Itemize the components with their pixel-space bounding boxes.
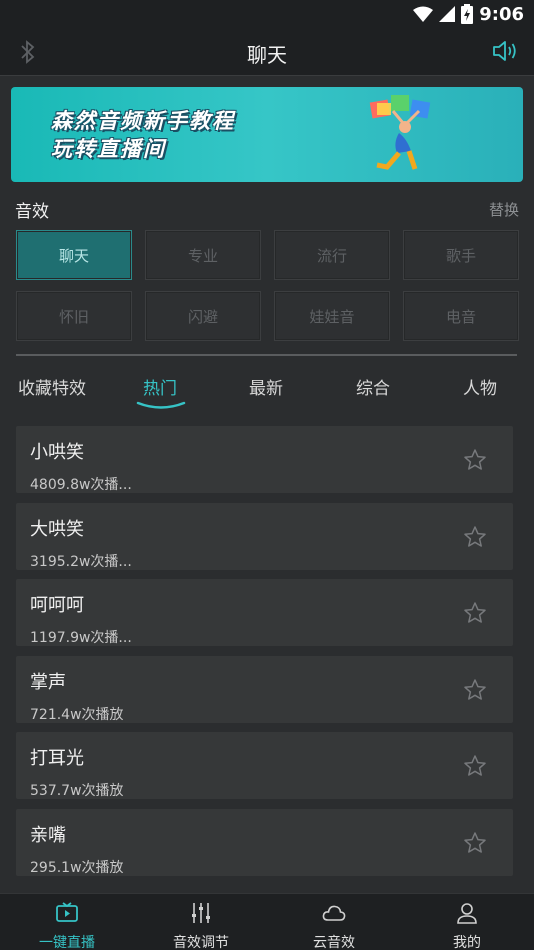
sound-effect-list: 小哄笑 4809.8w次播... 大哄笑 3195.2w次播... 呵呵呵 11… (16, 426, 513, 885)
battery-icon (461, 4, 474, 24)
signal-icon (439, 6, 456, 22)
nav-cloud-effects[interactable]: 云音效 (267, 894, 401, 950)
app-header: 聊天 (0, 28, 534, 76)
banner-illustration (369, 95, 431, 170)
sound-name: 小哄笑 (30, 442, 84, 463)
preset-dodge[interactable]: 闪避 (145, 291, 261, 341)
cloud-icon (322, 905, 346, 921)
category-tabs: 收藏特效 热门 最新 综合 人物 (0, 364, 534, 412)
play-count: 1197.9w次播... (30, 630, 132, 646)
tab-general[interactable]: 综合 (356, 374, 390, 399)
nav-mine[interactable]: 我的 (400, 894, 534, 950)
nav-label: 一键直播 (39, 935, 95, 950)
sound-name: 亲嘴 (30, 824, 66, 846)
preset-electronic[interactable]: 电音 (403, 291, 519, 341)
tv-icon (56, 902, 78, 922)
list-item[interactable]: 呵呵呵 1197.9w次播... (16, 579, 513, 646)
star-icon[interactable] (463, 525, 487, 549)
wifi-icon (413, 6, 434, 22)
nav-label: 云音效 (313, 935, 355, 950)
tutorial-banner[interactable]: 森然音频新手教程 玩转直播间 (11, 87, 523, 182)
preset-singer[interactable]: 歌手 (403, 230, 519, 280)
status-bar: 9:06 (0, 0, 534, 28)
play-count: 3195.2w次播... (30, 553, 132, 570)
preset-nostalgic[interactable]: 怀旧 (16, 291, 132, 341)
star-icon[interactable] (463, 831, 487, 855)
volume-icon[interactable] (492, 38, 520, 64)
sound-name: 大哄笑 (30, 518, 84, 540)
status-icons: 9:06 (413, 3, 524, 25)
tab-popular[interactable]: 热门 (143, 374, 177, 399)
tab-characters[interactable]: 人物 (463, 374, 497, 399)
page-title: 聊天 (247, 43, 287, 67)
nav-label: 我的 (453, 935, 481, 950)
section-divider (16, 354, 517, 356)
tab-favorites[interactable]: 收藏特效 (18, 374, 86, 399)
effect-preset-grid: 聊天 专业 流行 歌手 怀旧 闪避 娃娃音 电音 (16, 230, 519, 341)
sound-name: 呵呵呵 (30, 595, 84, 616)
list-item[interactable]: 大哄笑 3195.2w次播... (16, 502, 513, 570)
effects-section-title: 音效 (15, 202, 49, 222)
nav-sound-adjust[interactable]: 音效调节 (134, 894, 268, 950)
play-count: 537.7w次播放 (30, 783, 124, 799)
list-item[interactable]: 亲嘴 295.1w次播放 (16, 808, 513, 876)
sound-name: 掌声 (30, 671, 66, 693)
sound-name: 打耳光 (30, 748, 84, 769)
active-tab-indicator (136, 401, 186, 409)
list-item[interactable]: 小哄笑 4809.8w次播... (16, 426, 513, 493)
play-count: 721.4w次播放 (30, 706, 124, 723)
star-icon[interactable] (463, 601, 487, 625)
replace-button[interactable]: 替换 (489, 199, 519, 220)
status-time: 9:06 (479, 3, 524, 25)
nav-one-click-live[interactable]: 一键直播 (0, 894, 134, 950)
sliders-icon (192, 903, 210, 923)
list-item[interactable]: 掌声 721.4w次播放 (16, 655, 513, 723)
star-icon[interactable] (463, 678, 487, 702)
star-icon[interactable] (463, 754, 487, 778)
person-icon (457, 903, 477, 924)
star-icon[interactable] (463, 448, 487, 472)
play-count: 295.1w次播放 (30, 859, 124, 876)
preset-chat[interactable]: 聊天 (16, 230, 132, 280)
banner-subheadline: 玩转直播间 (51, 137, 166, 161)
preset-pop[interactable]: 流行 (274, 230, 390, 280)
banner-headline: 森然音频新手教程 (51, 109, 235, 133)
list-item[interactable]: 打耳光 537.7w次播放 (16, 732, 513, 799)
preset-baby-voice[interactable]: 娃娃音 (274, 291, 390, 341)
tab-latest[interactable]: 最新 (249, 374, 283, 399)
nav-label: 音效调节 (173, 935, 229, 950)
preset-professional[interactable]: 专业 (145, 230, 261, 280)
bottom-navigation: 一键直播 音效调节 云音效 我的 (0, 893, 534, 950)
play-count: 4809.8w次播... (30, 477, 132, 493)
